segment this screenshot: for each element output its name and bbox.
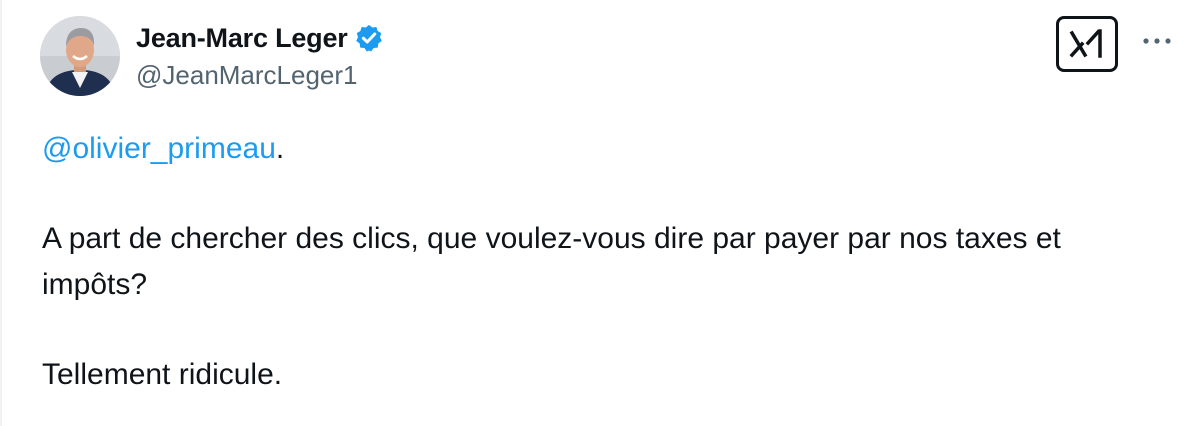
mention-suffix: . [275,132,285,165]
author-handle[interactable]: @JeanMarcLeger1 [136,60,358,91]
tweet-text: @olivier_primeau. A part de chercher des… [42,126,1162,398]
more-options-button[interactable] [1140,26,1174,56]
author-name-row: Jean-Marc Leger [136,20,384,56]
verified-badge-icon[interactable] [354,23,384,53]
mention-link[interactable]: @olivier_primeau [42,132,276,165]
author-display-name[interactable]: Jean-Marc Leger [136,23,348,54]
tweet-paragraph-1: A part de chercher des clics, que voulez… [42,222,1061,301]
more-horizontal-icon [1143,38,1171,44]
x-grok-logo-icon[interactable] [1056,16,1118,72]
mention-line: @olivier_primeau. [42,126,1162,172]
avatar[interactable] [40,16,120,96]
tweet-card: Jean-Marc Leger @JeanMarcLeger1 @olivier… [0,0,1188,426]
tweet-paragraph-2: Tellement ridicule. [42,358,283,391]
